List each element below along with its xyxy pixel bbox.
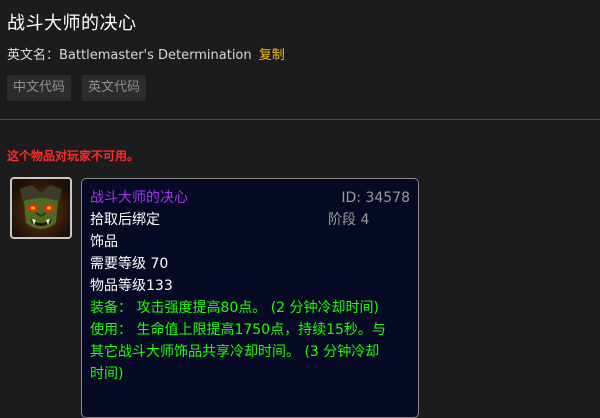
item-id: ID: 34578 <box>341 190 410 206</box>
english-code-button[interactable]: 英文代码 <box>82 75 147 101</box>
item-tooltip: ID: 34578 阶段 4 战斗大师的决心 拾取后绑定 饰品 需要等级 70 … <box>81 178 419 418</box>
english-name-row: 英文名：Battlemaster's Determination 复制 <box>7 44 285 63</box>
item-use-effect: 使用： 生命值上限提高1750点，持续15秒。与其它战斗大师饰品共享冷却时间。 … <box>90 322 386 382</box>
page-title: 战斗大师的决心 <box>7 13 137 34</box>
item-icon-frame[interactable] <box>10 177 72 239</box>
item-level: 物品等级133 <box>90 278 173 294</box>
item-stage: 阶段 4 <box>328 212 370 228</box>
unavailable-warning: 这个物品对玩家不可用。 <box>7 149 140 163</box>
copy-button[interactable]: 复制 <box>259 48 285 63</box>
item-required-level: 需要等级 70 <box>90 256 169 272</box>
english-name-value: Battlemaster's Determination <box>59 48 252 63</box>
item-equip-effect: 装备： 攻击强度提高80点。 (2 分钟冷却时间) <box>90 300 379 316</box>
item-slot: 饰品 <box>90 234 118 250</box>
chinese-code-button[interactable]: 中文代码 <box>7 75 72 101</box>
english-name-label: 英文名： <box>7 48 60 63</box>
divider <box>0 119 600 120</box>
orc-face-icon <box>12 179 70 237</box>
